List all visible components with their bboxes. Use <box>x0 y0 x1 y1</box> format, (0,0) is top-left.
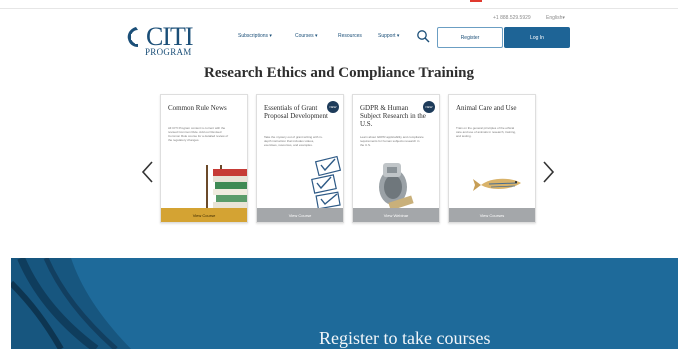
login-button[interactable]: Log In <box>504 27 570 48</box>
language-selector[interactable]: English▾ <box>546 15 565 21</box>
chevron-down-icon: ▾ <box>562 15 565 21</box>
citi-program-logo[interactable]: CITI PROGRAM <box>126 22 194 58</box>
logo-subtitle: PROGRAM <box>145 47 192 57</box>
books-illustration-icon <box>206 165 247 210</box>
globe-logo-icon <box>127 27 138 47</box>
search-icon[interactable] <box>416 29 430 43</box>
nav-label: Subscriptions <box>238 33 269 39</box>
nav-label: Courses <box>295 33 314 39</box>
padlock-illustration-icon <box>379 163 414 211</box>
phone-number[interactable]: +1 888.529.5929 <box>493 15 531 21</box>
nav-subscriptions[interactable]: Subscriptions ▾ <box>238 33 272 39</box>
view-course-button[interactable]: View Course <box>161 208 247 222</box>
top-accent-bar <box>470 0 482 2</box>
view-courses-button[interactable]: View Courses <box>449 208 535 222</box>
page-headline: Research Ethics and Compliance Training <box>203 65 475 81</box>
language-label: English <box>546 15 563 21</box>
nav-resources[interactable]: Resources <box>338 33 362 39</box>
nav-label: Resources <box>338 33 362 39</box>
chevron-left-icon[interactable] <box>140 160 156 184</box>
course-card-common-rule[interactable]: Common Rule News All CITI Program conten… <box>160 94 248 223</box>
banner-leaf-decoration <box>11 258 131 349</box>
nav-support[interactable]: Support ▾ <box>378 33 399 39</box>
zebrafish-illustration-icon <box>473 178 521 191</box>
register-banner: Register to take courses <box>11 258 678 349</box>
nav-courses[interactable]: Courses ▾ <box>295 33 318 39</box>
webinar-card-gdpr[interactable]: NEW GDPR & Human Subject Research in the… <box>352 94 440 223</box>
checklist-illustration-icon <box>311 155 342 210</box>
chevron-down-icon: ▾ <box>269 33 272 39</box>
register-button[interactable]: Register <box>437 27 503 48</box>
utility-divider <box>0 8 678 9</box>
chevron-right-icon[interactable] <box>540 160 556 184</box>
course-card-animal-care[interactable]: Animal Care and Use Train on the general… <box>448 94 536 223</box>
course-card-grant-proposal[interactable]: NEW Essentials of Grant Proposal Develop… <box>256 94 344 223</box>
chevron-down-icon: ▾ <box>315 33 318 39</box>
banner-heading: Register to take courses <box>319 328 491 348</box>
view-webinar-button[interactable]: View Webinar <box>353 208 439 222</box>
nav-label: Support <box>378 33 396 39</box>
chevron-down-icon: ▾ <box>396 33 400 39</box>
view-course-button[interactable]: View Course <box>257 208 343 222</box>
